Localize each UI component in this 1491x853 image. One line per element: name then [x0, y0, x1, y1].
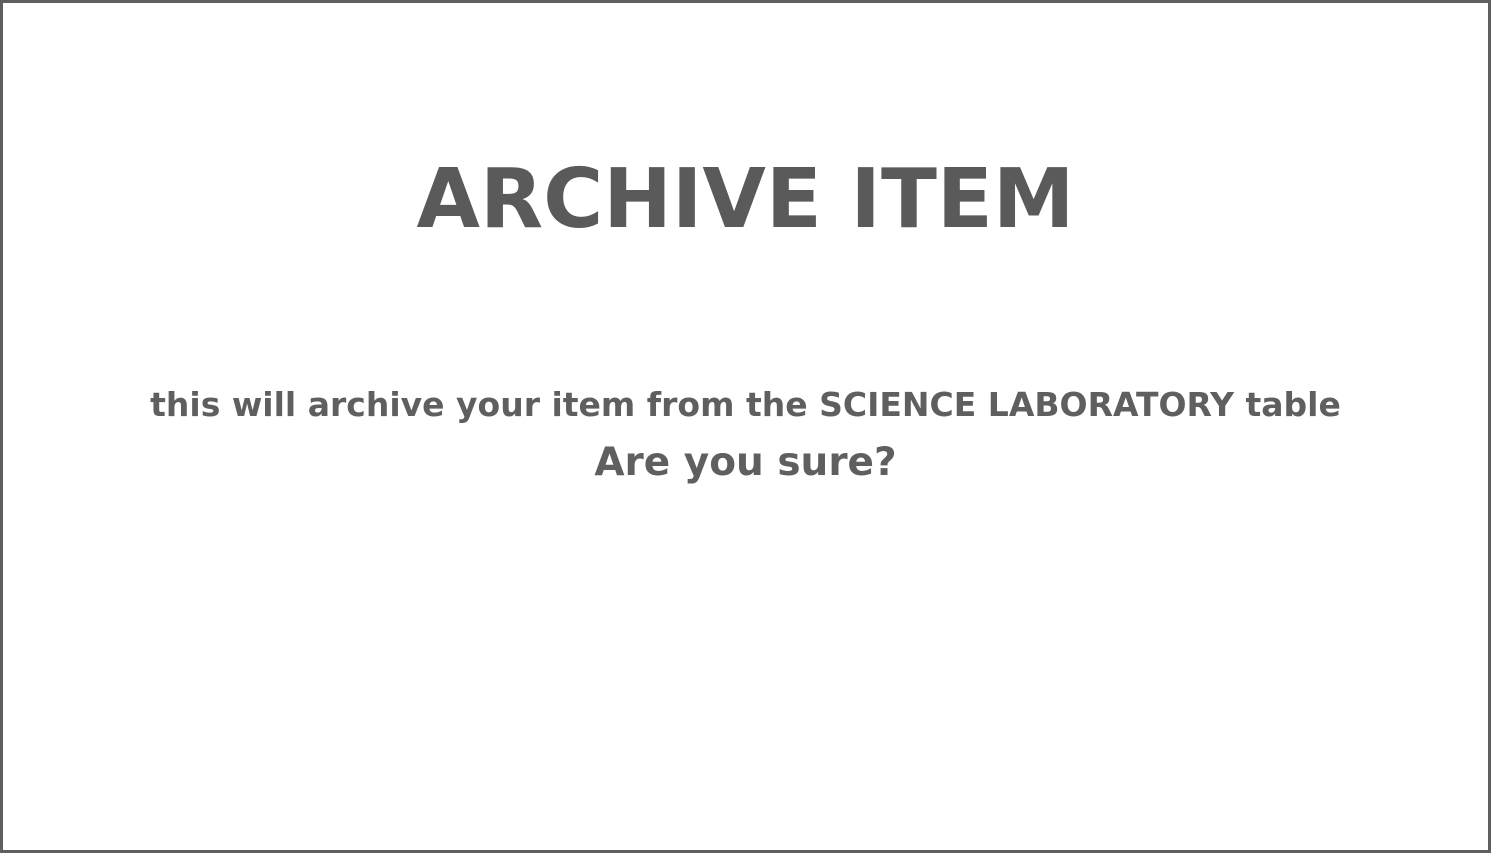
- dialog-title: ARCHIVE ITEM: [416, 152, 1075, 247]
- archive-dialog: ARCHIVE ITEM this will archive your item…: [0, 0, 1491, 853]
- archive-message: this will archive your item from the SCI…: [150, 385, 1341, 424]
- confirmation-question: Are you sure?: [594, 440, 897, 485]
